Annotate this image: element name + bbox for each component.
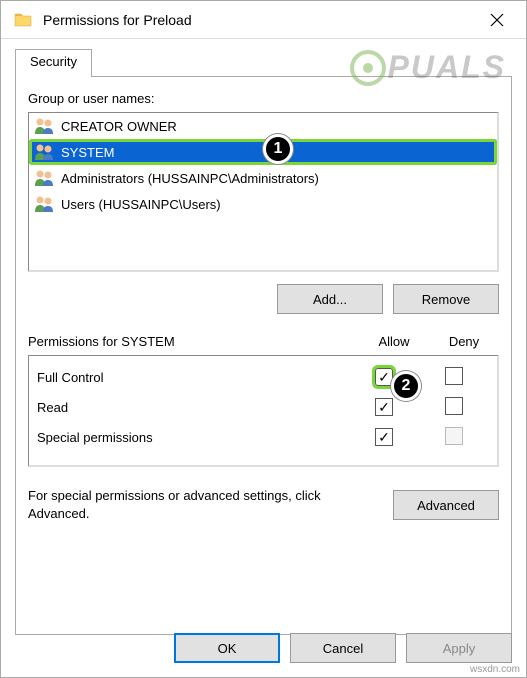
window-title: Permissions for Preload — [43, 12, 476, 28]
user-name: CREATOR OWNER — [61, 119, 177, 134]
ok-button[interactable]: OK — [174, 633, 280, 663]
users-icon — [33, 116, 57, 136]
user-buttons: Add... Remove — [28, 284, 499, 314]
user-name: SYSTEM — [61, 145, 114, 160]
remove-button[interactable]: Remove — [393, 284, 499, 314]
list-item[interactable]: Administrators (HUSSAINPC\Administrators… — [29, 165, 497, 191]
permission-name: Special permissions — [37, 430, 349, 445]
user-name: Administrators (HUSSAINPC\Administrators… — [61, 171, 319, 186]
apply-button[interactable]: Apply — [406, 633, 512, 663]
users-icon — [33, 194, 57, 214]
users-icon — [33, 142, 57, 162]
permissions-dialog: Permissions for Preload Security Group o… — [0, 0, 527, 678]
allow-checkbox-special[interactable]: ✓ — [375, 428, 393, 446]
permission-name: Read — [37, 400, 349, 415]
folder-icon — [13, 10, 33, 30]
allow-column-header: Allow — [359, 334, 429, 349]
tab-strip: Security — [15, 49, 512, 77]
permissions-box: Full Control ✓ Read ✓ — [28, 355, 499, 467]
advanced-section: For special permissions or advanced sett… — [28, 487, 499, 523]
advanced-hint: For special permissions or advanced sett… — [28, 487, 373, 523]
permission-name: Full Control — [37, 370, 349, 385]
group-user-label: Group or user names: — [28, 91, 499, 106]
users-icon — [33, 168, 57, 188]
deny-checkbox-special — [445, 427, 463, 445]
permissions-for-label: Permissions for SYSTEM — [28, 334, 359, 349]
annotation-marker-1: 1 — [263, 134, 293, 164]
permission-row: Read ✓ — [29, 392, 497, 422]
user-name: Users (HUSSAINPC\Users) — [61, 197, 221, 212]
dialog-buttons: OK Cancel Apply — [174, 633, 512, 663]
allow-checkbox-read[interactable]: ✓ — [375, 398, 393, 416]
tab-security[interactable]: Security — [15, 49, 92, 77]
content-area: Security Group or user names: CREATOR OW… — [1, 39, 526, 645]
permissions-header: Permissions for SYSTEM Allow Deny — [28, 334, 499, 349]
attribution: wsxdn.com — [470, 664, 520, 675]
list-item[interactable]: Users (HUSSAINPC\Users) — [29, 191, 497, 217]
permission-row: Full Control ✓ — [29, 362, 497, 392]
list-item[interactable]: CREATOR OWNER — [29, 113, 497, 139]
security-panel: Group or user names: CREATOR OWNER SYSTE… — [15, 77, 512, 635]
user-listbox[interactable]: CREATOR OWNER SYSTEM Administrators (HUS… — [28, 112, 499, 272]
annotation-marker-2: 2 — [391, 371, 421, 401]
add-button[interactable]: Add... — [277, 284, 383, 314]
deny-column-header: Deny — [429, 334, 499, 349]
titlebar: Permissions for Preload — [1, 1, 526, 39]
cancel-button[interactable]: Cancel — [290, 633, 396, 663]
advanced-button[interactable]: Advanced — [393, 490, 499, 520]
deny-checkbox-full-control[interactable] — [445, 367, 463, 385]
close-button[interactable] — [476, 5, 518, 35]
permission-row: Special permissions ✓ — [29, 422, 497, 452]
deny-checkbox-read[interactable] — [445, 397, 463, 415]
